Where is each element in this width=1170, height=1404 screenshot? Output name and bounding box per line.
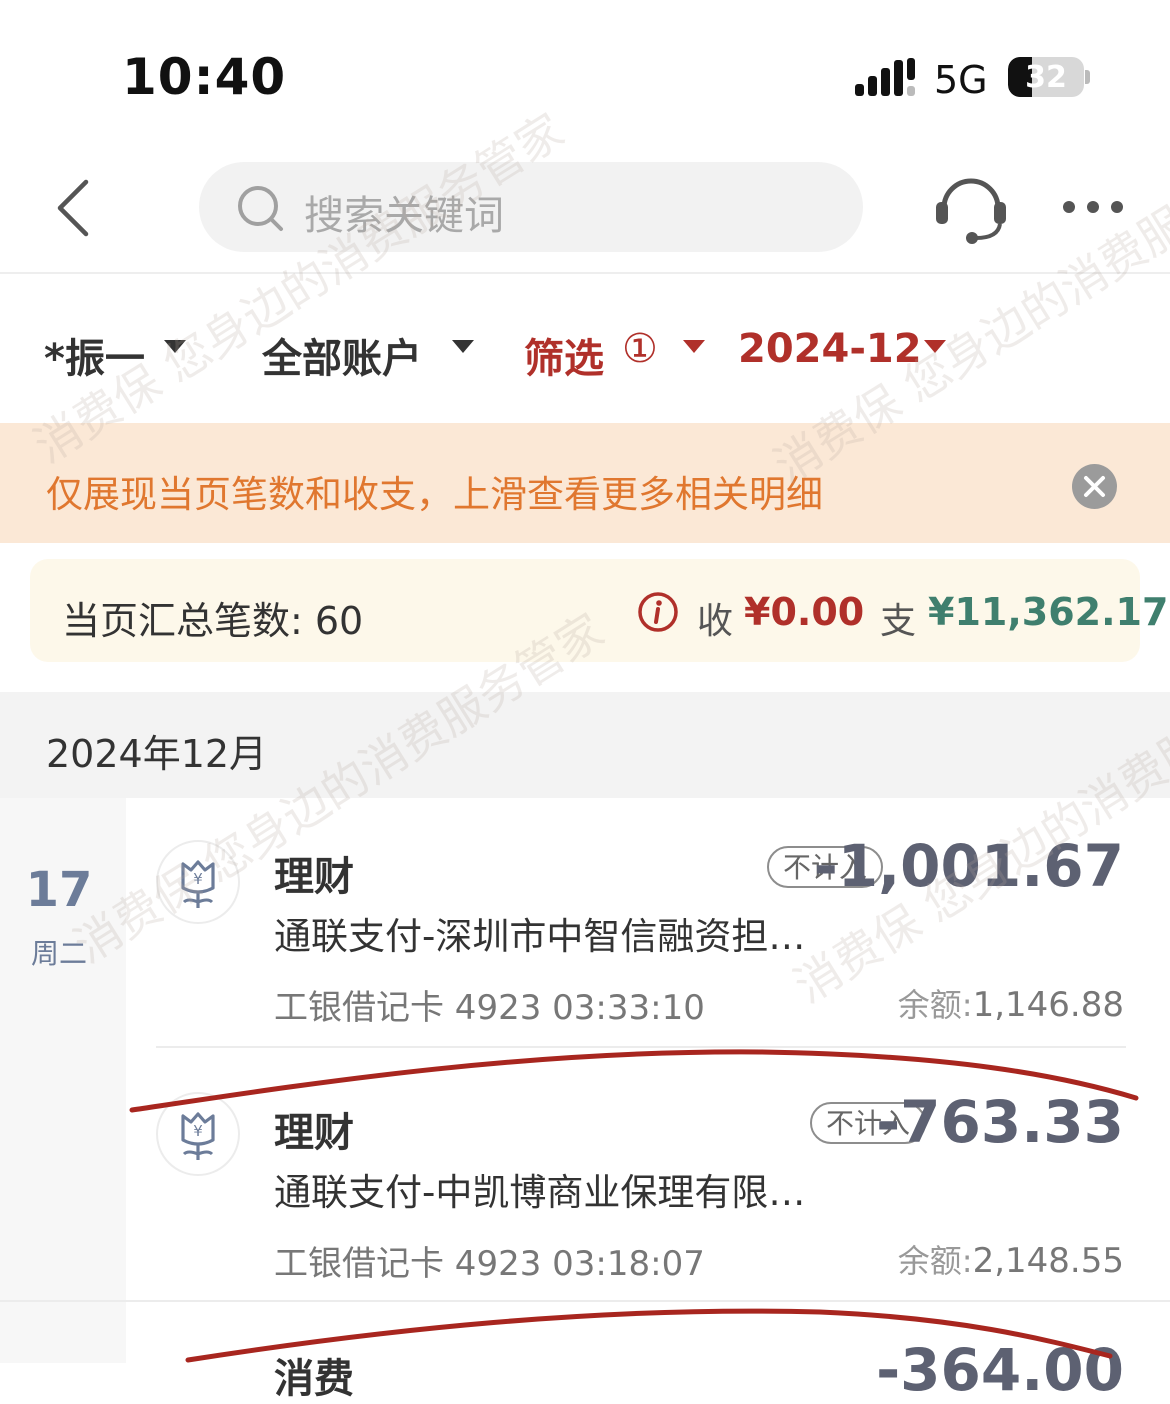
expense-label: 支 (880, 601, 917, 642)
transaction-balance: 余额:1,146.88 (898, 980, 1124, 1026)
transaction-amount: -763.33 (876, 1088, 1124, 1156)
watermark: 消费保 您身边的消费服务管家 (24, 102, 573, 474)
back-icon[interactable] (52, 178, 92, 238)
transaction-description: 通联支付-中凯博商业保理有限… (274, 1171, 806, 1214)
income-value: ¥0.00 (744, 590, 865, 634)
transaction-category: 理财 (274, 854, 354, 900)
search-input[interactable] (199, 162, 863, 252)
summary-count: 当页汇总笔数: 60 (62, 599, 364, 643)
more-icon[interactable] (1058, 196, 1128, 218)
search-icon (238, 186, 283, 231)
yuan-flower-icon: ¥ (181, 860, 215, 908)
info-icon[interactable] (636, 590, 680, 634)
month-title: 2024年12月 (46, 732, 268, 776)
chevron-down-icon (924, 340, 946, 353)
chevron-down-icon (164, 340, 186, 353)
chevron-down-icon (683, 340, 705, 353)
transaction-description: 通联支付-深圳市中智信融资担… (274, 915, 806, 958)
wealth-icon: ¥ (156, 1092, 240, 1176)
transaction-account-time: 工银借记卡 4923 03:18:07 (274, 1244, 705, 1284)
network-type: 5G (934, 58, 988, 102)
chevron-down-icon (452, 340, 474, 353)
customer-service-icon[interactable] (932, 168, 1010, 246)
battery-percent: 32 (1025, 60, 1067, 95)
battery-icon: 32 (1008, 57, 1084, 97)
filter-button[interactable]: 筛选 (524, 326, 604, 384)
svg-text:¥: ¥ (193, 1122, 203, 1140)
person-filter[interactable]: *振一 (44, 326, 145, 384)
account-filter[interactable]: 全部账户 (262, 326, 422, 384)
month-filter[interactable]: 2024-12 (738, 326, 922, 372)
income-label: 收 (697, 601, 734, 642)
balance-label: 余额: (897, 1242, 973, 1280)
search-placeholder: 搜索关键词 (304, 193, 504, 239)
day-number: 17 (25, 862, 93, 918)
filter-count: ① (622, 326, 658, 372)
balance-value: 1,146.88 (972, 985, 1124, 1025)
yuan-flower-icon: ¥ (181, 1112, 215, 1160)
transaction-row[interactable]: ¥ 理财 不计入 -763.33 通联支付-中凯博商业保理有限… 工银借记卡 4… (126, 1050, 1170, 1300)
transaction-category: 理财 (274, 1110, 354, 1156)
transaction-amount: -1,001.67 (813, 832, 1124, 900)
transaction-account-time: 工银借记卡 4923 03:33:10 (274, 988, 705, 1028)
notice-text: 仅展现当页笔数和收支，上滑查看更多相关明细 (46, 473, 823, 516)
svg-text:¥: ¥ (193, 870, 203, 888)
close-button[interactable] (1072, 464, 1117, 509)
signal-icon (855, 58, 915, 96)
next-transaction-category: 消费 (274, 1356, 354, 1402)
row-divider (156, 1046, 1126, 1048)
expense-value: ¥11,362.17 (928, 590, 1169, 634)
transaction-row[interactable]: ¥ 理财 不计入 -1,001.67 通联支付-深圳市中智信融资担… 工银借记卡… (126, 798, 1170, 1048)
header-divider (0, 272, 1170, 274)
row-divider (0, 1300, 1170, 1302)
close-icon (1084, 476, 1105, 497)
battery-tip (1085, 70, 1090, 84)
balance-value: 2,148.55 (972, 1241, 1124, 1281)
weekday: 周二 (30, 937, 87, 970)
balance-label: 余额: (897, 986, 973, 1024)
next-transaction-amount: -364.00 (876, 1336, 1124, 1404)
status-time: 10:40 (122, 48, 287, 106)
transaction-balance: 余额:2,148.55 (898, 1236, 1124, 1282)
wealth-icon: ¥ (156, 840, 240, 924)
